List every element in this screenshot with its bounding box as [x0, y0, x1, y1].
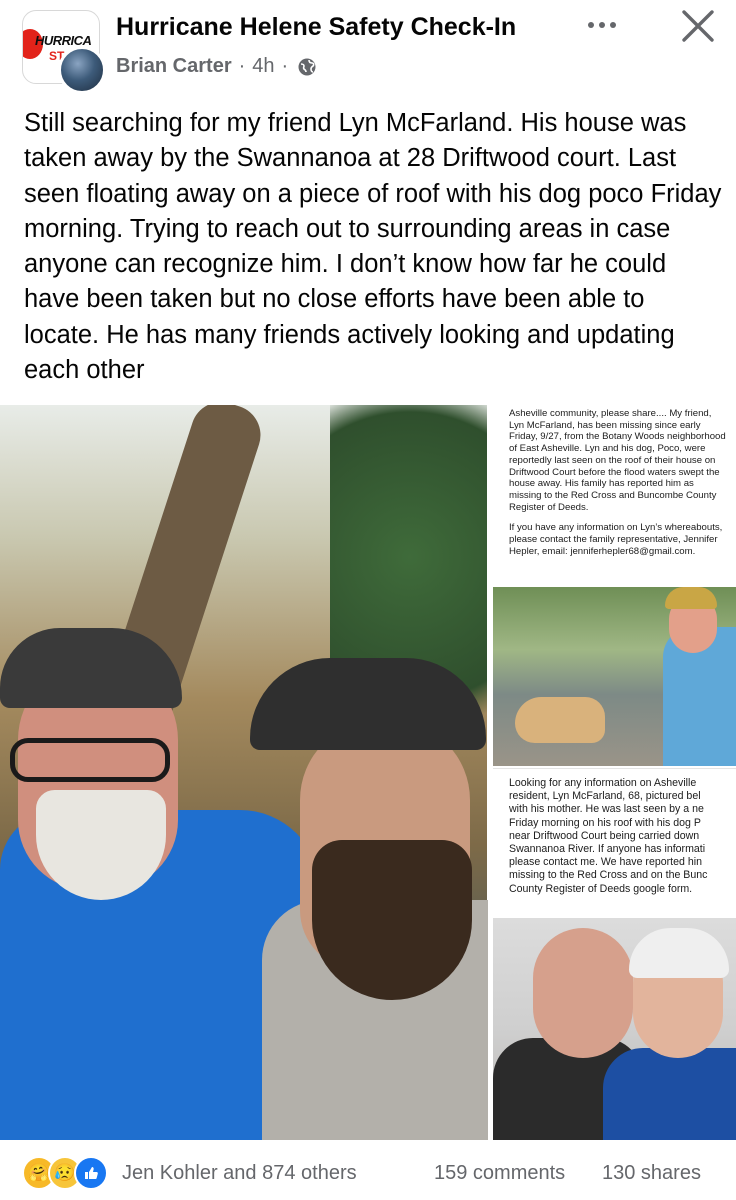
photo-mother-hair: [629, 928, 729, 978]
card-1-paragraph-1: Asheville community, please share.... My…: [509, 408, 726, 513]
photo-person-2-beard: [312, 840, 472, 1000]
card-2-line: Swannanoa River. If anyone has informati: [509, 843, 706, 856]
card-2-line: Looking for any information on Asheville: [509, 777, 697, 789]
post-avatar[interactable]: HURRICA ST: [22, 10, 106, 94]
card-2-line: resident, Lyn McFarland, 68, pictured be…: [509, 790, 701, 803]
photo-mother[interactable]: [493, 918, 736, 1140]
photo-text-card-2[interactable]: Looking for any information on Asheville…: [493, 768, 736, 917]
meta-separator: ·: [281, 55, 289, 77]
photo-dog[interactable]: [493, 587, 736, 766]
photo-son-head: [533, 928, 633, 1058]
comments-count[interactable]: 159 comments: [434, 1162, 565, 1185]
author-avatar[interactable]: [58, 46, 106, 94]
card-2-line: with his mother. He was last seen by a n…: [509, 803, 704, 816]
meta-separator: ·: [238, 55, 246, 77]
close-icon[interactable]: [680, 8, 716, 44]
like-icon: [74, 1156, 108, 1190]
photo-man-hat: [665, 587, 717, 609]
globe-icon: [298, 58, 316, 75]
author-name-link[interactable]: Brian Carter: [116, 55, 232, 78]
card-2-line: County Register of Deeds google form.: [509, 882, 693, 895]
shares-count[interactable]: 130 shares: [602, 1162, 701, 1185]
group-name-link[interactable]: Hurricane Helene Safety Check-In: [116, 13, 516, 42]
reaction-summary[interactable]: Jen Kohler and 874 others: [122, 1162, 357, 1185]
photo-person-2-cap: [250, 658, 486, 750]
card-1-paragraph-2: If you have any information on Lyn’s whe…: [509, 522, 723, 557]
reaction-icons[interactable]: 🤗 😥: [22, 1156, 108, 1190]
post-timestamp[interactable]: 4h: [252, 55, 274, 78]
card-2-line: missing to the Red Cross and on the Bunc: [509, 869, 708, 882]
photo-mother-figure: [603, 1048, 736, 1140]
card-2-line: Friday morning on his roof with his dog …: [509, 816, 701, 829]
more-options-icon[interactable]: [588, 16, 628, 34]
card-2-line: near Driftwood Court being carried down: [509, 829, 700, 842]
post-text: Still searching for my friend Lyn McFarl…: [24, 109, 722, 385]
photo-dog-figure: [515, 697, 605, 743]
post-meta: Brian Carter · 4h ·: [116, 55, 317, 78]
photo-person-1-glasses: [10, 738, 170, 782]
photo-text-card-1[interactable]: Asheville community, please share.... My…: [493, 405, 736, 585]
card-2-line: please contact me. We have reported hin: [509, 856, 702, 869]
